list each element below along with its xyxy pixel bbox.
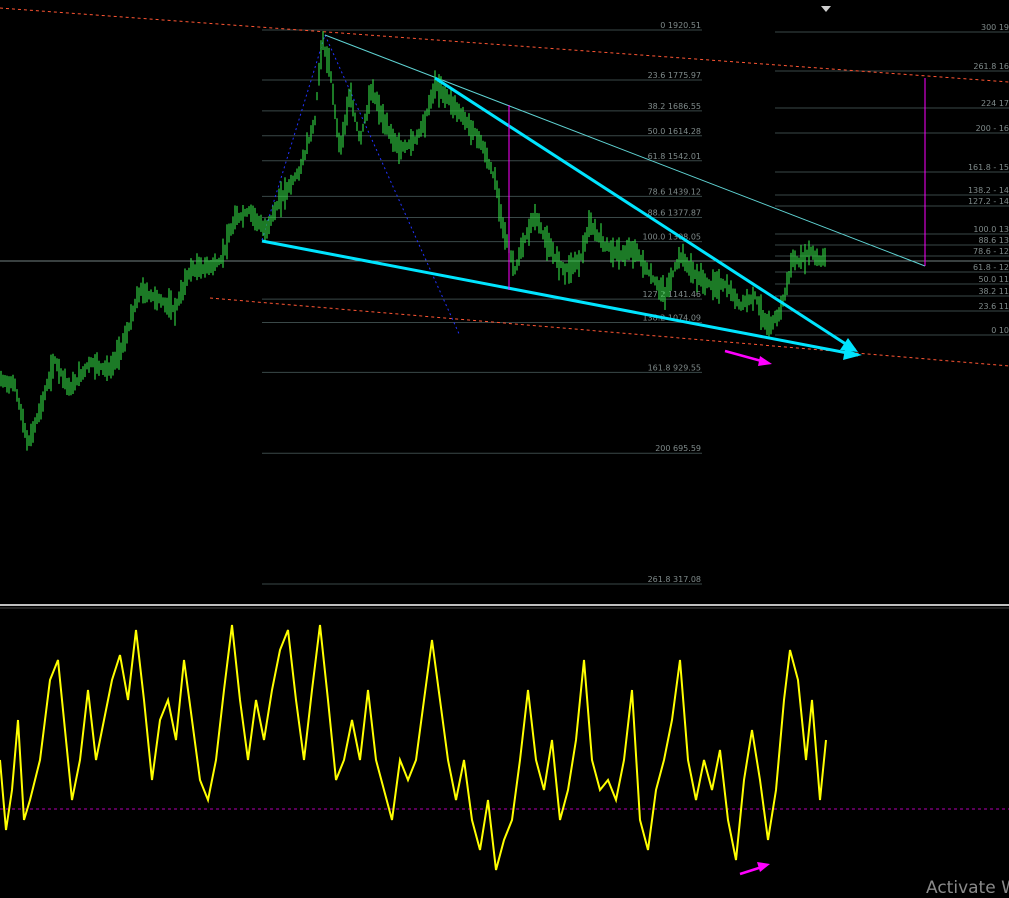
- fib-level-label: 61.8 1542.01: [648, 152, 701, 161]
- fib-level-label: 50.0 1614.28: [648, 127, 701, 136]
- fib-ext-label: 200 - 16: [976, 124, 1009, 133]
- fib-level-label: 200 695.59: [655, 444, 701, 453]
- fib-level-label: 23.6 1775.97: [648, 71, 701, 80]
- fib-ext-label: 224 17: [981, 99, 1009, 108]
- fib-ext-label: 61.8 - 12: [973, 263, 1009, 272]
- fib-ext-label: 88.6 13: [978, 236, 1009, 245]
- activate-windows-watermark: Activate W: [926, 878, 1009, 898]
- fib-ext-label: 261.8 16: [973, 62, 1009, 71]
- fib-level-label: 38.2 1686.55: [648, 102, 701, 111]
- fib-level-label: 161.8 929.55: [648, 363, 701, 372]
- fib-ext-label: 38.2 11: [978, 287, 1009, 296]
- fib-ext-label: 0 10: [991, 326, 1009, 335]
- chart-canvas: 0 1920.51 23.6 1775.97 38.2 1686.55 50.0 16…: [0, 0, 1009, 897]
- fib-ext-label: 127.2 - 14: [968, 197, 1009, 206]
- fib-level-label: 261.8 317.08: [648, 575, 701, 584]
- fib-level-label: 0 1920.51: [660, 21, 701, 30]
- fib-ext-label: 161.8 - 15: [968, 163, 1009, 172]
- fib-ext-label: 23.6 11: [978, 302, 1009, 311]
- fib-ext-label: 300 19: [981, 23, 1009, 32]
- fib-level-label: 88.6 1377.87: [648, 208, 701, 217]
- fib-level-label: 78.6 1439.12: [648, 187, 701, 196]
- fib-ext-label: 50.0 11: [978, 275, 1009, 284]
- fib-ext-label: 78.6 - 12: [973, 247, 1009, 256]
- fib-level-label: 127.2 1141.46: [642, 290, 701, 299]
- fib-ext-label: 100.0 13: [973, 225, 1009, 234]
- fib-ext-label: 138.2 - 14: [968, 186, 1009, 195]
- fib-level-label: 100.0 1308.05: [642, 233, 701, 242]
